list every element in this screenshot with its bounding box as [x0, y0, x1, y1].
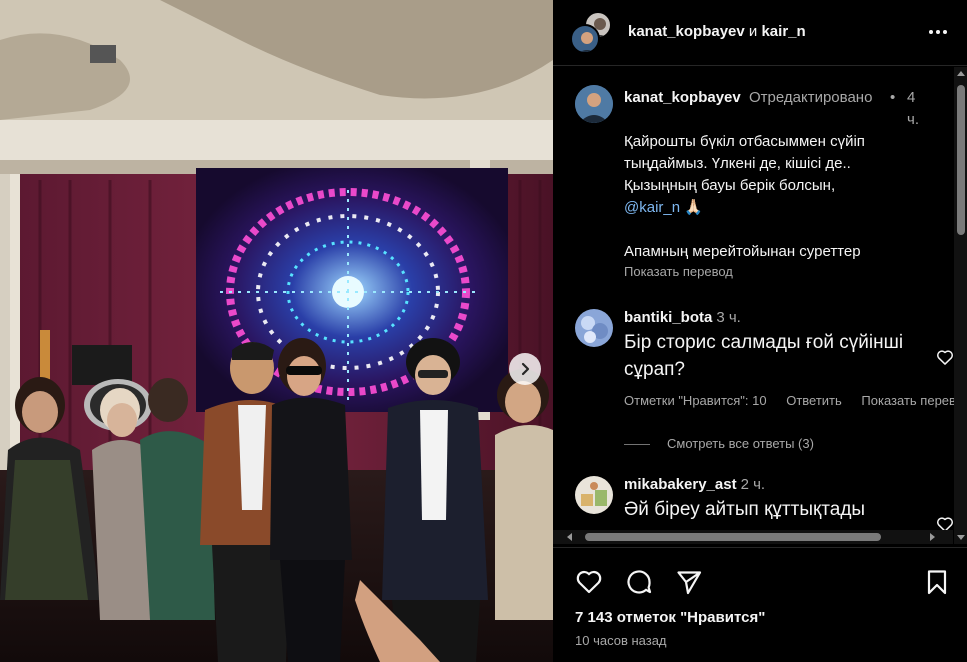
caption-time[interactable]: 4 ч.	[907, 87, 921, 131]
comment-username[interactable]: mikabakery_ast	[624, 476, 737, 493]
photo-illustration	[0, 0, 553, 662]
likes-count[interactable]: 7 143 отметок "Нравится"	[575, 609, 765, 626]
comment-actions: Отметки "Нравится": 10 Ответить Показать…	[624, 393, 967, 408]
heart-icon[interactable]	[935, 347, 955, 367]
comment-username[interactable]: bantiki_bota	[624, 309, 712, 326]
vertical-scrollbar[interactable]	[954, 67, 967, 544]
horizontal-scrollbar[interactable]	[553, 530, 953, 544]
mention-link[interactable]: @kair_n	[624, 199, 680, 216]
post-header: kanat_kopbayev и kair_n	[553, 0, 967, 66]
more-horizontal-icon	[943, 30, 947, 34]
separator-dot: •	[890, 89, 896, 106]
view-replies-label: Смотреть все ответы (3)	[667, 436, 814, 451]
comment-likes-count[interactable]: Отметки "Нравится": 10	[624, 393, 767, 408]
more-options-button[interactable]	[925, 20, 951, 44]
comment-time[interactable]: 3 ч.	[716, 309, 741, 326]
scroll-down-arrow[interactable]	[957, 535, 965, 540]
avatar[interactable]	[575, 476, 613, 514]
avatar-image	[575, 476, 613, 514]
more-horizontal-icon	[929, 30, 933, 34]
avatar-image	[575, 85, 613, 123]
avatar[interactable]	[575, 309, 613, 347]
heart-icon[interactable]	[935, 514, 955, 530]
avatar[interactable]	[575, 85, 613, 123]
scrollbar-thumb[interactable]	[585, 533, 881, 541]
post-authors: kanat_kopbayev и kair_n	[628, 23, 806, 40]
chevron-right-icon	[521, 362, 530, 376]
post-side-panel: kanat_kopbayev и kair_n kanat_kopbayev О…	[553, 0, 967, 662]
divider	[624, 444, 650, 446]
avatar-image	[575, 309, 613, 347]
show-translation-link[interactable]: Показать перевод	[861, 393, 967, 408]
scroll-right-arrow[interactable]	[930, 533, 935, 541]
carousel-next-button[interactable]	[509, 353, 541, 385]
authors-conjunction: и	[748, 23, 758, 40]
author-link[interactable]: kanat_kopbayev	[628, 23, 745, 40]
caption-text-body: Қайрошты бүкіл отбасыммен сүйіп тыңдаймы…	[624, 133, 865, 194]
collab-avatars[interactable]	[570, 11, 614, 54]
caption-text: Қайрошты бүкіл отбасыммен сүйіп тыңдаймы…	[624, 131, 949, 219]
reply-button[interactable]: Ответить	[786, 393, 842, 408]
post-timestamp[interactable]: 10 часов назад	[575, 633, 667, 648]
comment-time[interactable]: 2 ч.	[741, 476, 766, 493]
post-photo[interactable]	[0, 0, 553, 662]
share-icon[interactable]	[675, 568, 703, 596]
view-replies-button[interactable]: Смотреть все ответы (3)	[624, 436, 814, 451]
scroll-up-arrow[interactable]	[957, 71, 965, 76]
comment-text: Әй біреу айтып құттықтады	[624, 499, 866, 520]
post-footer: 7 143 отметок "Нравится" 10 часов назад	[553, 547, 967, 662]
comment: mikabakery_ast 2 ч. Әй біреу айтып құттық…	[575, 476, 955, 530]
comment: bantiki_bota 3 ч. Бір сторис салмады ғой …	[575, 309, 967, 419]
emoji: 🙏🏻	[684, 199, 703, 216]
scrollbar-thumb[interactable]	[957, 85, 965, 235]
post-caption: kanat_kopbayev Отредактировано • 4 ч. Қа…	[624, 87, 949, 281]
bookmark-icon[interactable]	[923, 568, 951, 596]
avatar-image	[580, 32, 594, 52]
scroll-left-arrow[interactable]	[567, 533, 572, 541]
comment-text: Бір сторис салмады ғой сүйінші сұрап?	[624, 332, 904, 380]
avatar[interactable]	[570, 24, 600, 54]
more-horizontal-icon	[936, 30, 940, 34]
caption-text-2: Апамның мерейтойынан суреттер	[624, 243, 861, 260]
heart-icon[interactable]	[575, 568, 603, 596]
show-translation-link[interactable]: Показать перевод	[624, 263, 949, 281]
author-link[interactable]: kair_n	[761, 23, 805, 40]
caption-username[interactable]: kanat_kopbayev	[624, 87, 749, 109]
comment-icon[interactable]	[625, 568, 653, 596]
edited-label: Отредактировано	[749, 89, 873, 106]
